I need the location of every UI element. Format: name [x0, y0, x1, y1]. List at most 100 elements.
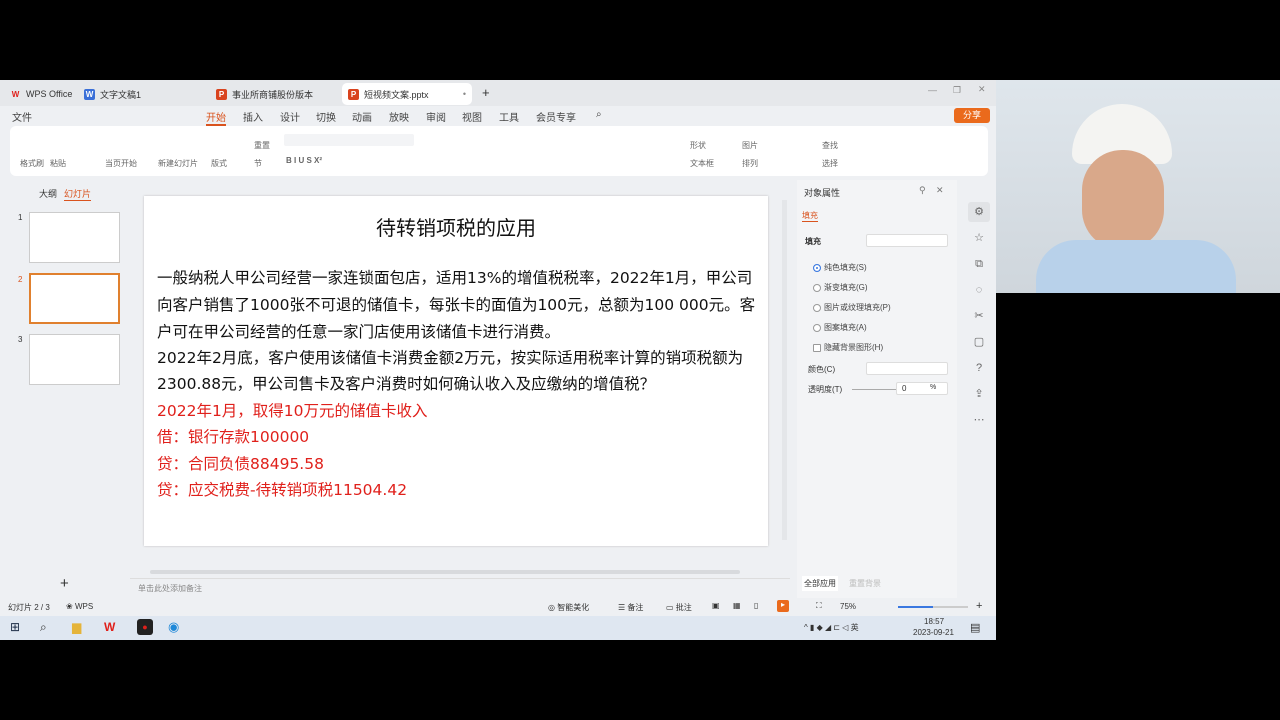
layout-button[interactable]: 版式	[211, 158, 227, 169]
menu-home[interactable]: 开始	[206, 109, 226, 126]
transparency-input[interactable]: 0%	[896, 382, 948, 395]
shape-button[interactable]: 形状	[690, 140, 706, 151]
clock-date[interactable]: 2023-09-21	[913, 628, 954, 637]
panel-title[interactable]: 对象属性	[804, 186, 840, 199]
play-icon[interactable]: ▸	[777, 600, 789, 612]
clock-time[interactable]: 18:57	[924, 617, 944, 626]
radio-pattern-fill[interactable]: 图案填充(A)	[813, 322, 867, 333]
minimize-icon[interactable]: —	[928, 85, 937, 95]
paste-button[interactable]: 粘贴	[50, 158, 66, 169]
menu-view[interactable]: 视图	[462, 109, 482, 124]
file-explorer-icon[interactable]: ▆	[72, 620, 81, 634]
body-line[interactable]: 2022年2月底，客户使用该储值卡消费金额2万元，按实际适用税率计算的销项税额为	[157, 346, 743, 368]
search-icon[interactable]: ⌕	[40, 620, 47, 635]
animation-icon[interactable]: ◌	[968, 280, 990, 300]
entry-line[interactable]: 贷：应交税费-待转销项税11504.42	[157, 478, 407, 500]
add-slide-button[interactable]: +	[60, 575, 69, 592]
close-panel-icon[interactable]: ✕	[936, 185, 944, 196]
reset-button[interactable]: 重置	[254, 140, 270, 151]
new-tab-icon[interactable]: +	[482, 85, 490, 100]
zoom-level[interactable]: 75%	[840, 602, 856, 611]
fill-section-label[interactable]: 填充	[805, 236, 821, 247]
new-slide-button[interactable]: 新建幻灯片	[158, 158, 198, 169]
slide-thumbnail-2[interactable]	[29, 273, 120, 324]
notes-button[interactable]: ☰ 备注	[618, 602, 643, 613]
sorter-view-icon[interactable]: ▦	[733, 601, 741, 610]
layout-icon[interactable]: ▢	[968, 332, 990, 352]
wps-icon[interactable]: W	[104, 620, 115, 634]
color-dropdown[interactable]	[866, 362, 948, 375]
apply-all-button[interactable]: 全部应用	[802, 576, 838, 591]
pin-icon[interactable]: ⚲	[919, 185, 926, 196]
more-icon[interactable]: ⋯	[968, 410, 990, 430]
tab-doc[interactable]: W 文字文稿1	[78, 83, 206, 105]
restore-icon[interactable]: ❐	[953, 85, 961, 96]
properties-icon[interactable]: ⚙	[968, 202, 990, 222]
tab-outline[interactable]: 大纲	[39, 187, 57, 200]
radio-gradient-fill[interactable]: 渐变填充(G)	[813, 282, 868, 293]
tab-ppt1[interactable]: P 事业所商铺股份版本	[210, 83, 338, 105]
help-icon[interactable]: ?	[968, 358, 990, 378]
tab-ppt-active[interactable]: P 短视频文案.pptx •	[342, 83, 472, 105]
menu-transition[interactable]: 切换	[316, 109, 336, 124]
star-icon[interactable]: ☆	[968, 228, 990, 248]
format-painter-button[interactable]: 格式刷	[20, 158, 44, 169]
notification-icon[interactable]: ▤	[970, 621, 980, 634]
menu-animation[interactable]: 动画	[352, 109, 372, 124]
textbox-button[interactable]: 文本框	[690, 158, 714, 169]
normal-view-icon[interactable]: ▣	[712, 601, 720, 610]
fill-dropdown[interactable]	[866, 234, 948, 247]
body-line[interactable]: 2300.88元，甲公司售卡及客户消费时如何确认收入及应缴纳的增值税？	[157, 372, 655, 394]
body-line[interactable]: 向客户销售了1000张不可退的储值卡，每张卡的面值为100元，总额为100 00…	[157, 293, 755, 315]
tab-wps-office[interactable]: W WPS Office	[4, 83, 78, 105]
theme-label[interactable]: ❀ WPS	[66, 602, 93, 611]
slide-title[interactable]: 待转销项税的应用	[144, 212, 768, 241]
section-button[interactable]: 节	[254, 158, 262, 169]
menu-member[interactable]: 会员专享	[536, 109, 576, 124]
find-button[interactable]: 查找	[822, 140, 838, 151]
beautify-button[interactable]: ◎ 智能美化	[548, 602, 589, 613]
font-style-buttons[interactable]: B I U S X²	[286, 156, 322, 165]
notes-area[interactable]: 单击此处添加备注	[130, 578, 790, 598]
horizontal-scrollbar[interactable]	[150, 570, 740, 574]
vertical-scrollbar[interactable]	[782, 200, 787, 540]
radio-picture-fill[interactable]: 图片或纹理填充(P)	[813, 302, 891, 313]
share-icon[interactable]: ⇪	[968, 384, 990, 404]
share-button[interactable]: 分享	[954, 108, 990, 123]
menu-review[interactable]: 审阅	[426, 109, 446, 124]
search-icon[interactable]: ⌕	[596, 109, 602, 120]
entry-line[interactable]: 贷：合同负债88495.58	[157, 452, 324, 474]
transparency-slider[interactable]	[852, 389, 897, 390]
body-line[interactable]: 一般纳税人甲公司经营一家连锁面包店，适用13%的增值税税率，2022年1月，甲公…	[157, 266, 752, 288]
tab-fill[interactable]: 填充	[802, 210, 818, 222]
slide-thumbnail-3[interactable]	[29, 334, 120, 385]
tools-icon[interactable]: ✂	[968, 306, 990, 326]
font-select[interactable]	[284, 134, 414, 146]
close-icon[interactable]: ✕	[978, 84, 986, 95]
menu-tools[interactable]: 工具	[499, 109, 519, 124]
start-icon[interactable]: ⊞	[10, 620, 20, 634]
menu-file[interactable]: 文件	[12, 109, 32, 124]
tab-slides[interactable]: 幻灯片	[64, 187, 92, 201]
close-tab-icon[interactable]: •	[463, 89, 466, 99]
entry-line[interactable]: 借：银行存款100000	[157, 425, 309, 447]
hide-background-checkbox[interactable]: 隐藏背景图形(H)	[813, 342, 883, 353]
play-from-current-button[interactable]: 当页开始	[105, 158, 137, 169]
zoom-slider[interactable]	[898, 606, 968, 608]
select-button[interactable]: 选择	[822, 158, 838, 169]
comment-button[interactable]: ▭ 批注	[666, 602, 692, 613]
menu-insert[interactable]: 插入	[243, 109, 263, 124]
edge-icon[interactable]: ◉	[168, 619, 179, 635]
entry-line[interactable]: 2022年1月，取得10万元的储值卡收入	[157, 399, 428, 421]
menu-slideshow[interactable]: 放映	[389, 109, 409, 124]
reading-view-icon[interactable]: ▯	[754, 601, 758, 610]
reset-background-button[interactable]: 重置背景	[847, 576, 883, 591]
arrange-button[interactable]: 排列	[742, 158, 758, 169]
menu-design[interactable]: 设计	[280, 109, 300, 124]
recorder-icon[interactable]: ●	[137, 619, 153, 635]
tray-icons[interactable]: ^ ▮ ◆ ◢ ⊏ ◁ 英	[804, 622, 859, 633]
radio-solid-fill[interactable]: 纯色填充(S)	[813, 262, 867, 273]
transform-icon[interactable]: ⧉	[968, 254, 990, 274]
picture-button[interactable]: 图片	[742, 140, 758, 151]
fit-icon[interactable]: ⛶	[816, 601, 822, 611]
